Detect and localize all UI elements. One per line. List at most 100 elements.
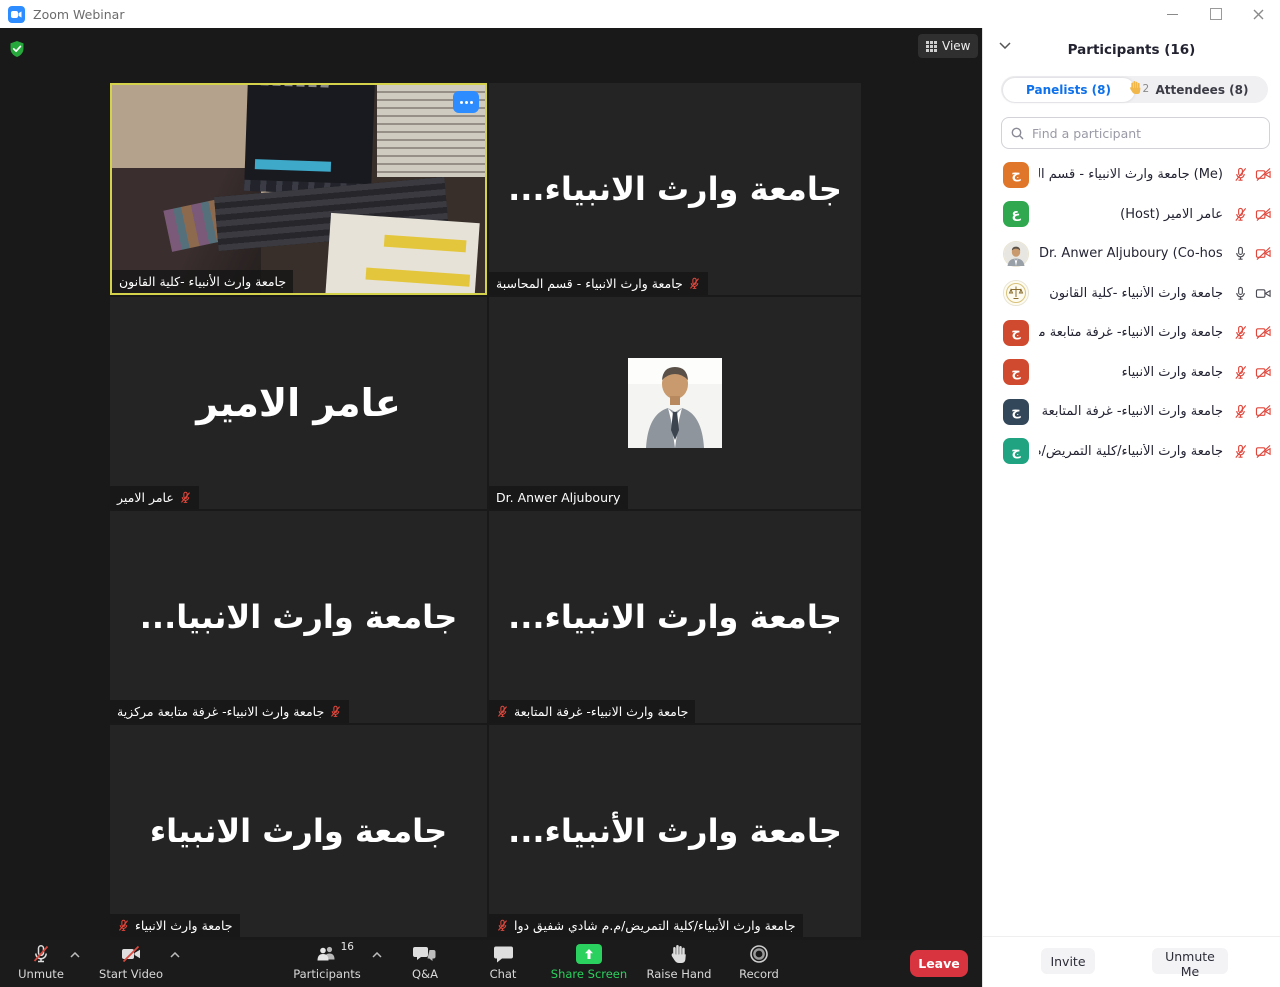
raised-hand-icon [1129, 80, 1142, 95]
qa-label: Q&A [412, 967, 438, 981]
video-off-icon [1255, 246, 1272, 261]
participants-count-badge: 16 [341, 941, 354, 953]
tile-big-name: جامعة وارث الانبياء... [489, 511, 861, 723]
muted-mic-icon [688, 277, 701, 290]
tab-panelists[interactable]: Panelists (8) [1003, 78, 1135, 102]
participants-title: Participants (16) [1068, 42, 1196, 58]
zoom-webinar-window: Zoom Webinar View [0, 0, 1280, 987]
participant-row[interactable]: جامعة وارث الأنبياء -كلية القانون [983, 274, 1280, 314]
muted-mic-icon [31, 944, 51, 964]
record-label: Record [739, 967, 779, 981]
unmute-button[interactable]: Unmute [14, 944, 68, 981]
participant-row[interactable]: ج جامعة وارث الانبياء- غرفة المتابعة [983, 392, 1280, 432]
audio-options-chevron[interactable] [70, 952, 80, 958]
participant-name: جامعة وارث الأنبياء/كلية التمريض/م.م... [1039, 444, 1223, 459]
tile-name-label: Dr. Anwer Aljuboury [489, 486, 628, 509]
tile-more-options-button[interactable] [453, 91, 479, 113]
video-tile-central-followup-room[interactable]: جامعة وارث الانبيا... جامعة وارث الانبيا… [110, 511, 487, 723]
tile-name-label: جامعة وارث الأنبياء/كلية التمريض/م.م شاد… [489, 914, 803, 937]
participant-name: Dr. Anwer Aljuboury [496, 490, 621, 505]
profile-photo [628, 358, 722, 448]
video-tile-law-college[interactable]: جامعة وارث الأنبياء -كلية القانون [110, 83, 487, 295]
video-tile-followup-room[interactable]: جامعة وارث الانبياء... جامعة وارث الانبي… [489, 511, 861, 723]
participants-icon [316, 944, 338, 964]
avatar: ج [1003, 399, 1029, 425]
tile-big-name: عامر الامير [110, 297, 487, 509]
muted-mic-icon [1233, 325, 1248, 340]
share-screen-label: Share Screen [551, 967, 627, 981]
title-bar: Zoom Webinar [0, 0, 1280, 29]
muted-mic-icon [1233, 444, 1248, 459]
video-off-icon [1255, 365, 1272, 380]
raise-hand-label: Raise Hand [647, 967, 712, 981]
participant-name: عامر الامير [1164, 207, 1223, 222]
unmute-me-button[interactable]: Unmute Me [1152, 948, 1228, 974]
video-tile-university[interactable]: جامعة وارث الانبياء جامعة وارث الانبياء [110, 725, 487, 937]
record-button[interactable]: Record [730, 944, 788, 981]
search-input[interactable] [1030, 125, 1260, 142]
participant-suffix: (Host) [1120, 207, 1160, 222]
tile-name-label: جامعة وارث الانبياء- غرفة متابعة مركزية [110, 700, 349, 723]
video-tile-dr-anwer[interactable]: Dr. Anwer Aljuboury [489, 297, 861, 509]
participant-name: جامعة وارث الانبياء - قسم المحا... [1039, 167, 1190, 182]
raised-hands-indicator: 2 [1129, 80, 1150, 95]
collapse-panel-chevron-icon[interactable] [999, 42, 1011, 49]
video-on-icon [1255, 286, 1272, 301]
minimize-button[interactable] [1152, 0, 1192, 28]
qa-button[interactable]: Q&A [400, 944, 450, 981]
raise-hand-button[interactable]: Raise Hand [644, 944, 714, 981]
tab-attendees[interactable]: Attendees (8) [1136, 76, 1268, 103]
search-participant-box [1001, 117, 1270, 149]
participant-row[interactable]: ج جامعة وارث الانبياء- غرفة متابعة مرك..… [983, 313, 1280, 353]
muted-mic-icon [1233, 404, 1248, 419]
participants-header: Participants (16) [983, 28, 1280, 72]
start-video-label: Start Video [99, 967, 163, 981]
share-screen-button[interactable]: Share Screen [548, 944, 630, 981]
video-tile-nursing-college[interactable]: جامعة وارث الأنبياء... جامعة وارث الأنبي… [489, 725, 861, 937]
tile-name-label: جامعة وارث الانبياء- غرفة المتابعة [489, 700, 695, 723]
participant-row[interactable]: ج جامعة وارث الانبياء [983, 353, 1280, 393]
video-off-icon [1255, 404, 1272, 419]
qa-icon [413, 944, 437, 964]
video-tile-amer-alamir[interactable]: عامر الامير عامر الامير [110, 297, 487, 509]
participant-row[interactable]: Dr. Anwer Aljuboury (Co-host) [983, 234, 1280, 274]
search-icon [1011, 127, 1024, 140]
record-icon [749, 944, 769, 964]
participant-name: جامعة وارث الأنبياء -كلية القانون [1049, 286, 1223, 301]
video-tile-accounting-dept[interactable]: جامعة وارث الانبياء... جامعة وارث الانبي… [489, 83, 861, 295]
participants-button[interactable]: 16 Participants [292, 944, 362, 981]
close-button[interactable] [1238, 0, 1278, 28]
window-title: Zoom Webinar [33, 7, 124, 22]
participant-name: جامعة وارث الانبياء- غرفة متابعة مركزية [117, 704, 324, 719]
muted-mic-icon [1233, 167, 1248, 182]
security-shield-icon[interactable] [8, 40, 26, 58]
tile-big-name: جامعة وارث الانبيا... [110, 511, 487, 723]
avatar: ج [1003, 320, 1029, 346]
video-off-icon [1255, 207, 1272, 222]
raise-hand-icon [670, 944, 688, 964]
participant-suffix: (Me) [1194, 167, 1223, 182]
view-button[interactable]: View [918, 34, 978, 58]
meeting-toolbar: Unmute Start Video 16 Participants [0, 940, 982, 987]
maximize-button[interactable] [1196, 0, 1236, 28]
participants-panel: Participants (16) Panelists (8) Attendee… [982, 28, 1280, 987]
participants-options-chevron[interactable] [372, 952, 382, 958]
avatar: ج [1003, 359, 1029, 385]
tile-big-name: جامعة وارث الأنبياء... [489, 725, 861, 937]
tile-big-name: جامعة وارث الانبياء [110, 725, 487, 937]
participant-name: Dr. Anwer Aljuboury (Co-host) [1039, 246, 1223, 261]
participant-row[interactable]: ج جامعة وارث الانبياء - قسم المحا... (Me… [983, 155, 1280, 195]
participant-name: عامر الامير [117, 490, 174, 505]
participant-row[interactable]: ع (Host) عامر الامير [983, 195, 1280, 235]
start-video-button[interactable]: Start Video [98, 944, 164, 981]
chat-button[interactable]: Chat [478, 944, 528, 981]
muted-mic-icon [179, 491, 192, 504]
video-options-chevron[interactable] [170, 952, 180, 958]
invite-button[interactable]: Invite [1041, 948, 1095, 974]
leave-button[interactable]: Leave [910, 950, 968, 977]
participant-row[interactable]: ج جامعة وارث الأنبياء/كلية التمريض/م.م..… [983, 432, 1280, 472]
participant-name: جامعة وارث الانبياء- غرفة المتابعة [514, 704, 688, 719]
tab-attendees-label: Attendees (8) [1156, 83, 1249, 97]
video-stage: View جامعة وارث الأنبياء -كلية القانون [0, 28, 982, 987]
view-button-label: View [942, 39, 970, 53]
